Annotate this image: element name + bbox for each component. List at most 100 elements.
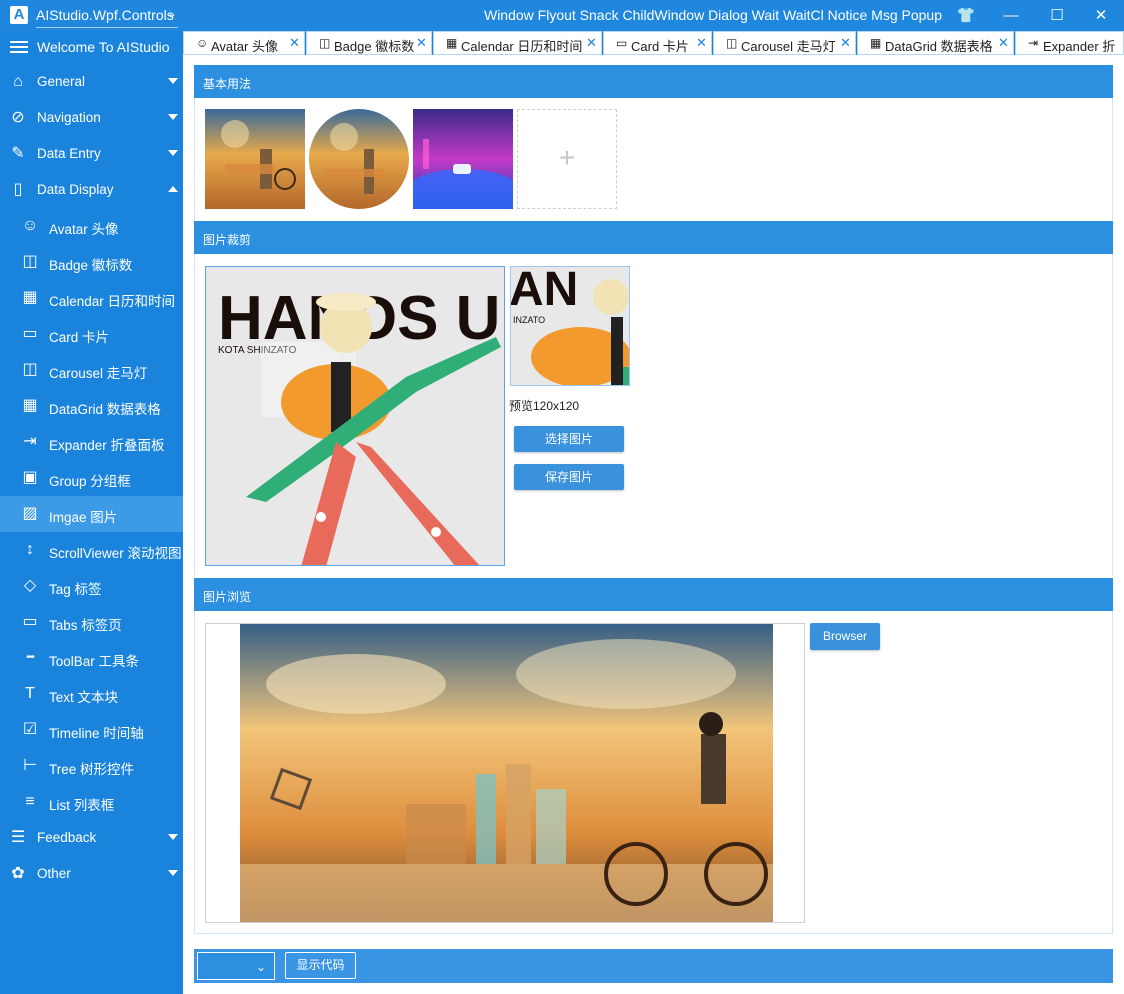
sidebar-header-title: Welcome To AIStudio bbox=[37, 39, 170, 55]
section-header-crop: 图片裁剪 bbox=[194, 221, 1113, 254]
sidebar-item-label: ScrollViewer 滚动视图 bbox=[49, 546, 182, 561]
sidebar-item-label: Card 卡片 bbox=[49, 330, 110, 345]
section-header-basic: 基本用法 bbox=[194, 65, 1113, 98]
sidebar-item-data[interactable]: ▯ Data Display bbox=[0, 172, 183, 208]
navigation-icon: ⊘ bbox=[11, 109, 25, 126]
tab-bar: ☺ Avatar 头像 ✕ ◫ Badge 徽标数 ✕ ▦ Calendar 日历和时间 ✕ ▭ C… bbox=[183, 31, 1124, 55]
avatar-tab-icon: ☺ bbox=[196, 36, 209, 50]
sidebar-item-scrollviewer[interactable]: ↕ ScrollViewer 滚动视图 bbox=[0, 532, 183, 568]
select-image-button[interactable]: 选择图片 bbox=[514, 426, 624, 452]
sidebar: Welcome To AIStudio ⌂ General ⊘ Navigation ✎… bbox=[0, 31, 183, 994]
sidebar-item-label: Carousel 走马灯 bbox=[49, 366, 148, 381]
expander-tab-icon: ⇥ bbox=[1028, 36, 1039, 50]
theme-shirt-icon[interactable]: 👕 bbox=[943, 0, 989, 31]
title-underline bbox=[36, 27, 178, 28]
sidebar-item-general[interactable]: ⌂ General bbox=[0, 64, 183, 100]
section-body-crop: HANDS UP! KOTA SHINZATO AN INZATO bbox=[194, 254, 1113, 576]
section-body-browse: Browser bbox=[194, 611, 1113, 934]
tab-avatar[interactable]: ☺ Avatar 头像 ✕ bbox=[183, 31, 305, 55]
close-tab-icon[interactable]: ✕ bbox=[998, 35, 1009, 51]
chevron-down-icon[interactable] bbox=[168, 78, 178, 84]
sidebar-item-tag[interactable]: ◇ Tag 标签 bbox=[0, 568, 183, 604]
save-image-button[interactable]: 保存图片 bbox=[514, 464, 624, 490]
sidebar-header[interactable]: Welcome To AIStudio bbox=[0, 31, 183, 63]
tab-label: DataGrid 数据表格 bbox=[885, 39, 993, 54]
tabs-icon: ▭ bbox=[22, 613, 38, 630]
avatar-image-circle[interactable] bbox=[309, 109, 409, 209]
sidebar-item-card[interactable]: ▭ Card 卡片 bbox=[0, 316, 183, 352]
bottom-toolbar: ⌄ 显示代码 bbox=[194, 949, 1113, 983]
close-tab-icon[interactable]: ✕ bbox=[416, 35, 427, 51]
sidebar-item-tabs[interactable]: ▭ Tabs 标签页 bbox=[0, 604, 183, 640]
sidebar-item-timeline[interactable]: ☑ Timeline 时间轴 bbox=[0, 712, 183, 748]
sidebar-item-label: General bbox=[37, 74, 86, 89]
sidebar-item-label: Avatar 头像 bbox=[49, 222, 119, 237]
close-tab-icon[interactable]: ✕ bbox=[840, 35, 851, 51]
sidebar-item-other[interactable]: ✿ Other bbox=[0, 856, 183, 892]
avatar-image-neon[interactable] bbox=[413, 109, 513, 209]
maximize-button[interactable]: ☐ bbox=[1034, 0, 1080, 31]
chevron-up-icon[interactable] bbox=[168, 186, 178, 192]
sidebar-item-label: List 列表框 bbox=[49, 798, 115, 813]
sidebar-item-datagrid[interactable]: ▦ DataGrid 数据表格 bbox=[0, 388, 183, 424]
data-icon: ▯ bbox=[13, 181, 23, 198]
browser-button[interactable]: Browser bbox=[810, 623, 880, 650]
chevron-down-icon[interactable] bbox=[168, 834, 178, 840]
close-tab-icon[interactable]: ✕ bbox=[696, 35, 707, 51]
chevron-down-icon[interactable] bbox=[168, 150, 178, 156]
sidebar-item-carousel[interactable]: ◫ Carousel 走马灯 bbox=[0, 352, 183, 388]
sidebar-item-group[interactable]: ▣ Group 分组框 bbox=[0, 460, 183, 496]
sidebar-item-toolbar[interactable]: ••• ToolBar 工具条 bbox=[0, 640, 183, 676]
sidebar-item-expander[interactable]: ⇥ Expander 折叠面板 bbox=[0, 424, 183, 460]
sidebar-item-avatar[interactable]: ☺ Avatar 头像 bbox=[0, 208, 183, 244]
section-header-browse: 图片浏览 bbox=[194, 578, 1113, 611]
close-tab-icon[interactable]: ✕ bbox=[289, 35, 300, 51]
crop-image-area[interactable]: HANDS UP! KOTA SHINZATO bbox=[205, 266, 505, 566]
tab-label: Card 卡片 bbox=[631, 39, 689, 54]
tag-icon: ◇ bbox=[23, 577, 37, 594]
tab-calendar[interactable]: ▦ Calendar 日历和时间 ✕ bbox=[433, 31, 602, 55]
sidebar-item-feedback[interactable]: ☰ Feedback bbox=[0, 820, 183, 856]
tab-badge[interactable]: ◫ Badge 徽标数 ✕ bbox=[306, 31, 432, 55]
close-tab-icon[interactable]: ✕ bbox=[586, 35, 597, 51]
sidebar-item-imgae[interactable]: ▨ Imgae 图片 bbox=[0, 496, 183, 532]
tree-icon: ⊢ bbox=[23, 757, 37, 774]
tab-expander[interactable]: ⇥ Expander 折 bbox=[1015, 31, 1124, 55]
tab-carousel[interactable]: ◫ Carousel 走马灯 ✕ bbox=[713, 31, 856, 55]
sidebar-item-label: Feedback bbox=[37, 830, 97, 845]
show-code-button[interactable]: 显示代码 bbox=[285, 952, 356, 979]
hamburger-menu-icon[interactable] bbox=[10, 41, 28, 53]
preview-size-label: 预览120x120 bbox=[509, 399, 580, 413]
image-browser-viewport[interactable] bbox=[205, 623, 805, 923]
sidebar-item-navigation[interactable]: ⊘ Navigation bbox=[0, 100, 183, 136]
sidebar-item-calendar[interactable]: ▦ Calendar 日历和时间 bbox=[0, 280, 183, 316]
chevron-down-icon[interactable]: ⌄ bbox=[167, 6, 177, 20]
tab-datagrid[interactable]: ▦ DataGrid 数据表格 ✕ bbox=[857, 31, 1014, 55]
tab-label: Badge 徽标数 bbox=[334, 39, 415, 54]
datagrid-tab-icon: ▦ bbox=[870, 36, 882, 50]
toolbar-icon: ••• bbox=[26, 652, 35, 663]
sidebar-item-list[interactable]: ≡ List 列表框 bbox=[0, 784, 183, 820]
sidebar-item-tree[interactable]: ⊢ Tree 树形控件 bbox=[0, 748, 183, 784]
calendar-icon: ▦ bbox=[22, 289, 38, 306]
app-title[interactable]: AIStudio.Wpf.Controls bbox=[36, 7, 174, 23]
sidebar-item-text[interactable]: T Text 文本块 bbox=[0, 676, 183, 712]
sidebar-item-label: Data Display bbox=[37, 182, 114, 197]
sidebar-item-label: Tabs 标签页 bbox=[49, 618, 122, 633]
general-icon: ⌂ bbox=[13, 73, 23, 90]
main-content: 基本用法 + 图片裁剪 U KOTA SHINZATO AN INZATO 预览… bbox=[183, 55, 1124, 994]
chevron-down-icon[interactable] bbox=[168, 870, 178, 876]
chevron-down-icon[interactable] bbox=[168, 114, 178, 120]
badge-icon: ◫ bbox=[22, 253, 38, 270]
code-language-combo[interactable]: ⌄ bbox=[197, 952, 275, 980]
minimize-button[interactable]: — bbox=[988, 0, 1034, 31]
sidebar-item-label: Badge 徽标数 bbox=[49, 258, 133, 273]
sidebar-item-badge[interactable]: ◫ Badge 徽标数 bbox=[0, 244, 183, 280]
sidebar-item-data[interactable]: ✎ Data Entry bbox=[0, 136, 183, 172]
close-button[interactable]: ✕ bbox=[1078, 0, 1124, 31]
window-menu[interactable]: Window Flyout Snack ChildWindow Dialog W… bbox=[484, 7, 942, 23]
tab-card[interactable]: ▭ Card 卡片 ✕ bbox=[603, 31, 712, 55]
add-image-button[interactable]: + bbox=[517, 109, 617, 209]
group-icon: ▣ bbox=[22, 469, 38, 486]
avatar-image-square[interactable] bbox=[205, 109, 305, 209]
